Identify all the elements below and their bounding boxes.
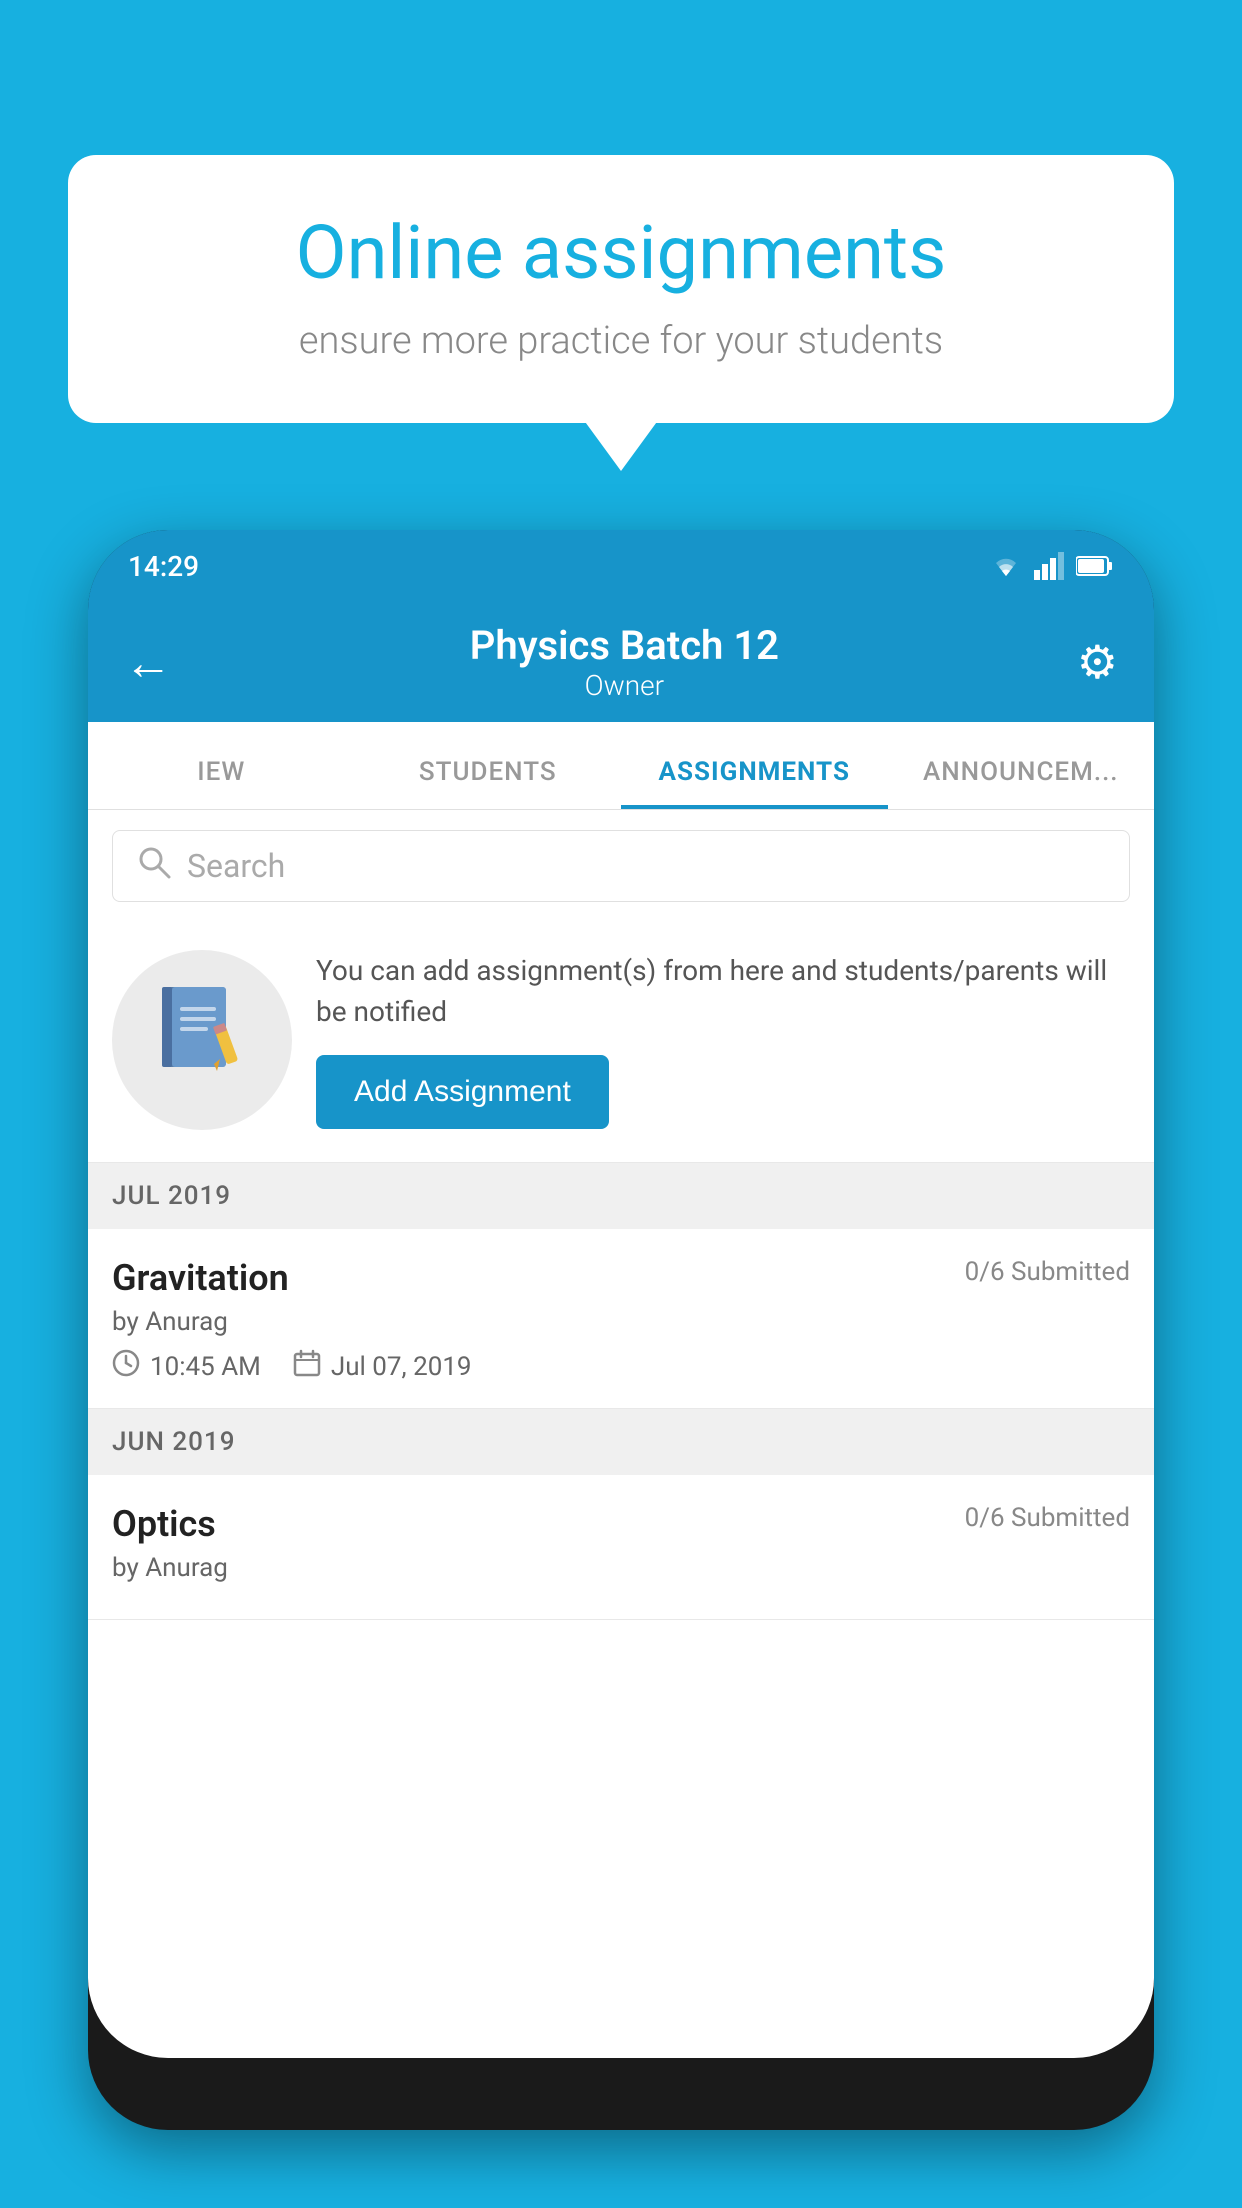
status-icons [988,552,1114,580]
app-content: Search [88,810,1154,2058]
speech-bubble: Online assignments ensure more practice … [68,155,1174,423]
tab-iew[interactable]: IEW [88,757,355,809]
promo-description: You can add assignment(s) from here and … [316,951,1130,1032]
status-bar: 14:29 [88,530,1154,602]
assignment-item-optics[interactable]: Optics 0/6 Submitted by Anurag [88,1475,1154,1620]
promo-icon-circle [112,950,292,1130]
meta-date: Jul 07, 2019 [293,1349,472,1384]
tab-assignments[interactable]: ASSIGNMENTS [621,757,888,809]
promo-text-area: You can add assignment(s) from here and … [316,951,1130,1128]
promo-block: You can add assignment(s) from here and … [88,922,1154,1163]
signal-icon [1034,552,1066,580]
status-time: 14:29 [128,550,199,583]
section-header-jul: JUL 2019 [88,1163,1154,1229]
phone-container: 14:29 [88,530,1154,2208]
search-icon [137,845,171,888]
assignment-by-optics: by Anurag [112,1553,1130,1583]
back-button[interactable]: ← [124,634,172,691]
speech-bubble-heading: Online assignments [128,210,1114,297]
settings-icon[interactable]: ⚙ [1077,635,1118,690]
add-assignment-button[interactable]: Add Assignment [316,1055,609,1129]
assignment-title-gravitation: Gravitation [112,1257,289,1299]
speech-bubble-subtext: ensure more practice for your students [128,319,1114,363]
battery-icon [1076,555,1114,577]
header-title-group: Physics Batch 12 Owner [470,622,779,702]
phone-frame: 14:29 [88,530,1154,2130]
assignment-date: Jul 07, 2019 [331,1352,472,1382]
wifi-icon [988,552,1024,580]
assignment-submitted-optics: 0/6 Submitted [965,1503,1130,1533]
assignment-top-row-optics: Optics 0/6 Submitted [112,1503,1130,1545]
batch-name: Physics Batch 12 [470,622,779,669]
notebook-icon [152,979,252,1101]
batch-role: Owner [470,669,779,702]
tab-bar: IEW STUDENTS ASSIGNMENTS ANNOUNCEM... [88,722,1154,810]
assignment-by-gravitation: by Anurag [112,1307,1130,1337]
speech-bubble-container: Online assignments ensure more practice … [68,155,1174,423]
calendar-icon [293,1349,321,1384]
section-header-jun: JUN 2019 [88,1409,1154,1475]
assignment-item-gravitation[interactable]: Gravitation 0/6 Submitted by Anurag [88,1229,1154,1409]
clock-icon [112,1349,140,1384]
app-header: ← Physics Batch 12 Owner ⚙ [88,602,1154,722]
meta-time: 10:45 AM [112,1349,261,1384]
assignment-submitted-gravitation: 0/6 Submitted [965,1257,1130,1287]
tab-announcements[interactable]: ANNOUNCEM... [888,757,1155,809]
assignment-time: 10:45 AM [150,1352,261,1382]
assignment-title-optics: Optics [112,1503,216,1545]
assignment-top-row: Gravitation 0/6 Submitted [112,1257,1130,1299]
assignment-meta-gravitation: 10:45 AM Jul 07, 201 [112,1349,1130,1384]
phone-inner: 14:29 [88,530,1154,2058]
search-placeholder: Search [187,847,285,885]
search-bar[interactable]: Search [112,830,1130,902]
tab-students[interactable]: STUDENTS [355,757,622,809]
search-container: Search [88,810,1154,922]
